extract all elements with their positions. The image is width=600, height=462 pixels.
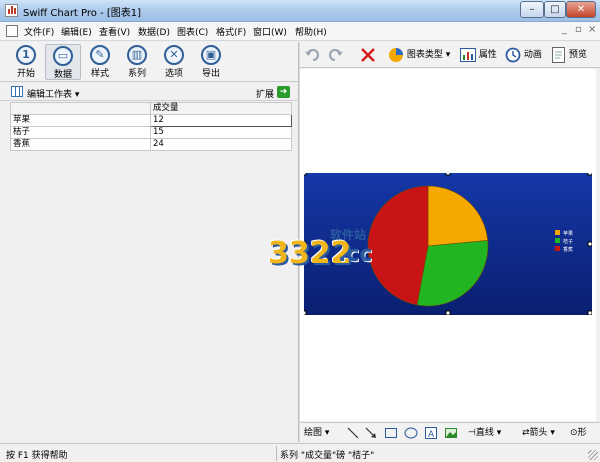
close-button[interactable]: ✕ [566, 1, 596, 18]
row-label-cell[interactable]: 香蕉 [10, 138, 151, 151]
animation-clock-icon [505, 47, 521, 62]
grid-header-row: 成交量 [10, 102, 292, 115]
menu-file[interactable]: 文件(F) [24, 25, 54, 38]
chart-toolbar: 图表类型 ▾ 属性 动画 预览 [300, 42, 600, 68]
maximize-button[interactable]: □ [544, 1, 566, 18]
menu-format[interactable]: 格式(F) [216, 25, 246, 38]
data-grid: 成交量 苹果 12 桔子 15 香蕉 24 [10, 102, 292, 151]
start-button[interactable]: 1 开始 [8, 44, 44, 80]
properties-button[interactable]: 属性 [460, 46, 497, 64]
mdi-close-button[interactable]: × [588, 24, 596, 35]
redo-icon [328, 48, 343, 61]
redo-button[interactable] [328, 46, 344, 64]
menu-view[interactable]: 查看(V) [99, 25, 130, 38]
table-row: 桔子 15 [10, 126, 292, 139]
drawing-toolbar: 绘图 ▾ A ⊣直线 ▾ ⇄箭头 ▾ ⊙形 [300, 422, 600, 442]
mdi-restore-button[interactable]: ▫ [575, 24, 582, 35]
mdi-minimize-button[interactable]: _ [562, 24, 567, 35]
pie-chart-icon [389, 47, 403, 62]
value-cell[interactable]: 24 [150, 138, 292, 151]
textbox-tool-icon[interactable]: A [424, 426, 438, 440]
animation-button[interactable]: 动画 [505, 46, 542, 64]
menu-help[interactable]: 帮助(H) [295, 25, 327, 38]
preview-button[interactable]: 预览 [552, 46, 587, 64]
legend-swatch [555, 246, 560, 251]
table-row: 苹果 12 [10, 114, 292, 127]
status-bar: 按 F1 获得帮助 系列 "成交量"磅 "桔子" [0, 443, 600, 462]
chart-type-button[interactable]: 图表类型 ▾ [388, 46, 450, 64]
status-selection-text: 系列 "成交量"磅 "桔子" [280, 451, 375, 461]
table-row: 香蕉 24 [10, 138, 292, 151]
arrow-tool-icon[interactable] [364, 426, 378, 440]
row-label-cell[interactable]: 苹果 [10, 114, 151, 127]
menu-bar: 文件(F) 编辑(E) 查看(V) 数据(D) 图表(C) 格式(F) 窗口(W… [0, 22, 600, 41]
delete-button[interactable] [360, 46, 376, 64]
image-tool-icon[interactable] [444, 426, 458, 440]
status-help-text: 按 F1 获得帮助 [6, 451, 68, 461]
undo-icon [305, 48, 320, 61]
app-chart-icon [5, 4, 18, 17]
line-style-button[interactable]: ⊣直线 ▾ [468, 426, 501, 440]
wizard-toolbar: 1 开始 ▭ 数据 ✎ 样式 ▥ 系列 ✕ 选项 ▣ 导出 [0, 42, 298, 82]
series-button[interactable]: ▥ 系列 [119, 44, 155, 80]
options-tools-icon: ✕ [164, 45, 184, 65]
line-tool-icon[interactable] [346, 426, 360, 440]
legend-label: 香蕉 [563, 246, 573, 253]
menu-edit[interactable]: 编辑(E) [61, 25, 92, 38]
style-button[interactable]: ✎ 样式 [82, 44, 118, 80]
row-label-cell[interactable]: 桔子 [10, 126, 151, 139]
legend-label: 苹果 [563, 230, 573, 237]
options-button[interactable]: ✕ 选项 [156, 44, 192, 80]
rectangle-tool-icon[interactable] [384, 426, 398, 440]
export-button[interactable]: ▣ 导出 [193, 44, 229, 80]
delete-x-icon [361, 47, 375, 62]
legend-swatch [555, 230, 560, 235]
legend-swatch [555, 238, 560, 243]
menu-data[interactable]: 数据(D) [138, 25, 170, 38]
expand-label[interactable]: 扩展 [256, 87, 274, 100]
edit-worksheet-dropdown[interactable]: 编辑工作表 ▾ [27, 87, 79, 100]
properties-chart-icon [460, 47, 476, 62]
series-bars-icon: ▥ [127, 45, 147, 65]
menu-window[interactable]: 窗口(W) [253, 25, 287, 38]
expand-arrow-icon[interactable]: ➜ [277, 86, 290, 98]
legend-label: 桔子 [563, 238, 573, 245]
step-one-icon: 1 [16, 45, 36, 65]
data-button[interactable]: ▭ 数据 [45, 44, 81, 80]
svg-text:A: A [428, 430, 435, 440]
document-icon[interactable] [6, 25, 18, 37]
shape-style-button[interactable]: ⊙形 [570, 426, 587, 440]
worksheet-header: 编辑工作表 ▾ 扩展 ➜ [0, 83, 298, 101]
draw-menu-button[interactable]: 绘图 ▾ [304, 426, 329, 440]
value-cell[interactable]: 12 [150, 114, 292, 127]
resize-grip[interactable] [588, 450, 598, 460]
style-brush-icon: ✎ [90, 45, 110, 65]
menu-chart[interactable]: 图表(C) [177, 25, 208, 38]
grid-corner-cell[interactable] [10, 102, 151, 115]
data-icon: ▭ [53, 46, 73, 66]
window-title: Swiff Chart Pro - [图表1] [23, 8, 142, 19]
worksheet-grid-icon [11, 86, 23, 97]
preview-page-icon [552, 46, 565, 63]
ellipse-tool-icon[interactable] [404, 426, 418, 440]
title-bar: Swiff Chart Pro - [图表1] – □ ✕ [0, 0, 600, 22]
undo-button[interactable] [304, 46, 320, 64]
column-header[interactable]: 成交量 [150, 102, 292, 115]
value-cell[interactable]: 15 [150, 126, 292, 139]
arrow-style-button[interactable]: ⇄箭头 ▾ [522, 426, 555, 440]
export-disk-icon: ▣ [201, 45, 221, 65]
minimize-button[interactable]: – [520, 1, 544, 18]
watermark-logo: 软件站 3322 .cc [268, 228, 373, 271]
